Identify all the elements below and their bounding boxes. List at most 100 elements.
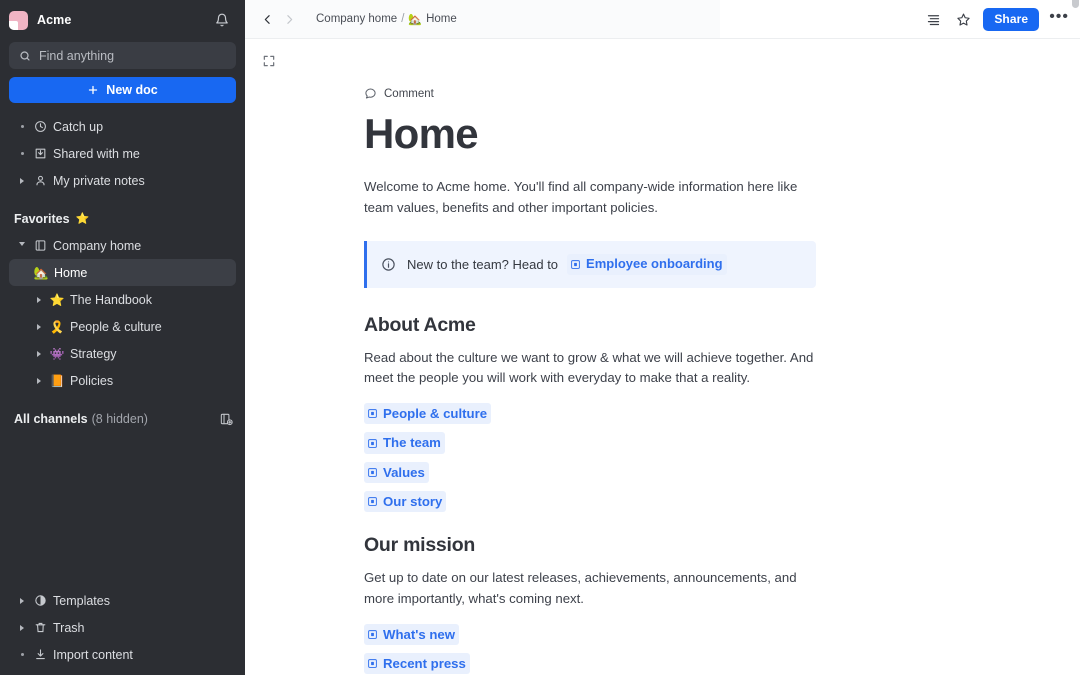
section-about-acme: About Acme Read about the culture we wan…	[364, 314, 816, 512]
doc-link-label: What's new	[383, 625, 455, 644]
add-channel-icon[interactable]	[219, 412, 233, 426]
sidebar-item-label: Shared with me	[53, 147, 140, 161]
search-icon	[19, 50, 31, 62]
sidebar-item-people-and-culture[interactable]: 🎗️ People & culture	[9, 313, 236, 340]
doc-link-label: Employee onboarding	[586, 255, 723, 274]
favorites-header: Favorites ⭐	[0, 206, 245, 232]
doc-page-icon	[367, 408, 378, 419]
sidebar-item-company-home[interactable]: Company home	[9, 232, 236, 259]
sidebar-spacer	[0, 434, 245, 587]
workspace-name: Acme	[37, 13, 71, 27]
expand-caret-icon[interactable]	[31, 319, 47, 335]
chevron-left-icon[interactable]	[257, 8, 277, 30]
doc-link-row: Our story	[364, 491, 816, 512]
doc-link-label: The team	[383, 433, 441, 452]
scrollbar-thumb[interactable]	[1072, 0, 1079, 8]
expand-caret-icon[interactable]	[14, 593, 30, 609]
document-body: Comment Home Welcome to Acme home. You'l…	[364, 39, 816, 675]
breadcrumb-parent[interactable]: Company home	[316, 13, 397, 25]
inbox-download-icon	[30, 147, 50, 160]
sidebar-item-catch-up[interactable]: Catch up	[9, 113, 236, 140]
doc-link-label: Recent press	[383, 654, 466, 673]
section-body: Get up to date on our latest releases, a…	[364, 568, 816, 610]
callout-text: New to the team? Head to	[407, 257, 558, 272]
sidebar-item-label: Home	[54, 266, 87, 280]
templates-icon	[30, 594, 50, 607]
expand-caret-icon[interactable]	[31, 346, 47, 362]
section-heading: About Acme	[364, 314, 816, 337]
collapse-caret-icon[interactable]	[14, 238, 30, 254]
info-icon	[381, 257, 396, 272]
clock-icon	[30, 120, 50, 133]
doc-link-list: What's new Recent press	[364, 624, 816, 675]
sidebar-item-label: People & culture	[70, 320, 162, 334]
trash-icon	[30, 621, 50, 634]
sidebar-item-my-private-notes[interactable]: My private notes	[9, 167, 236, 194]
sidebar-item-templates[interactable]: Templates	[9, 587, 236, 614]
sidebar-item-strategy[interactable]: 👾 Strategy	[9, 340, 236, 367]
doc-link-people-and-culture[interactable]: People & culture	[364, 403, 491, 424]
sidebar-item-home[interactable]: 🏡 Home	[9, 259, 236, 286]
all-channels-row[interactable]: All channels (8 hidden)	[0, 404, 245, 434]
sidebar-item-the-handbook[interactable]: ⭐ The Handbook	[9, 286, 236, 313]
breadcrumb: Company home / 🏡 Home	[316, 13, 457, 26]
sidebar: Acme Find anything	[0, 0, 245, 675]
sidebar-item-import-content[interactable]: Import content	[9, 641, 236, 668]
sidebar-item-trash[interactable]: Trash	[9, 614, 236, 641]
ribbon-emoji-icon: 🎗️	[47, 321, 67, 333]
intro-paragraph: Welcome to Acme home. You'll find all co…	[364, 177, 816, 219]
outline-icon[interactable]	[923, 8, 943, 30]
new-doc-button[interactable]: New doc	[9, 77, 236, 103]
doc-link-employee-onboarding[interactable]: Employee onboarding	[567, 254, 727, 275]
star-outline-icon[interactable]	[953, 8, 973, 30]
new-doc-label: New doc	[106, 83, 157, 97]
doc-page-icon	[570, 259, 581, 270]
share-button[interactable]: Share	[983, 8, 1039, 31]
doc-link-label: Values	[383, 463, 425, 482]
bell-icon[interactable]	[211, 9, 233, 31]
doc-link-our-story[interactable]: Our story	[364, 491, 446, 512]
expand-caret-icon[interactable]	[31, 373, 47, 389]
expand-icon[interactable]	[259, 51, 279, 71]
section-our-mission: Our mission Get up to date on our latest…	[364, 534, 816, 675]
sidebar-item-shared-with-me[interactable]: Shared with me	[9, 140, 236, 167]
sidebar-item-label: Company home	[53, 239, 141, 253]
section-heading: Our mission	[364, 534, 816, 557]
doc-link-values[interactable]: Values	[364, 462, 429, 483]
expand-caret-icon[interactable]	[14, 620, 30, 636]
favorites-label: Favorites	[14, 212, 70, 226]
history-nav	[257, 8, 299, 30]
sidebar-item-policies[interactable]: 📙 Policies	[9, 367, 236, 394]
sidebar-favorites-tree: Company home 🏡 Home ⭐ The Handbook 🎗️ Pe…	[0, 232, 245, 394]
sidebar-item-label: Strategy	[70, 347, 117, 361]
sidebar-item-label: Catch up	[53, 120, 103, 134]
doc-page-icon	[367, 438, 378, 449]
all-channels-label: All channels	[14, 412, 88, 426]
book-icon	[30, 239, 50, 252]
sidebar-item-label: Policies	[70, 374, 113, 388]
house-emoji-icon: 🏡	[408, 13, 422, 26]
expand-caret-icon[interactable]	[31, 292, 47, 308]
bullet-marker	[14, 146, 30, 162]
star-icon: ⭐	[76, 214, 90, 225]
sidebar-item-label: Import content	[53, 648, 133, 662]
star-emoji-icon: ⭐	[47, 294, 67, 306]
doc-page-icon	[367, 629, 378, 640]
more-options-icon[interactable]: •••	[1049, 9, 1069, 30]
doc-link-row: Recent press	[364, 653, 816, 674]
workspace-switcher[interactable]: Acme	[9, 11, 211, 30]
doc-link-recent-press[interactable]: Recent press	[364, 653, 470, 674]
doc-link-the-team[interactable]: The team	[364, 432, 445, 453]
breadcrumb-current[interactable]: Home	[426, 13, 457, 25]
main-content: Company home / 🏡 Home Share	[245, 0, 1080, 675]
search-input[interactable]: Find anything	[9, 42, 236, 69]
book-emoji-icon: 📙	[47, 375, 67, 387]
sidebar-item-label: The Handbook	[70, 293, 152, 307]
callout-content: New to the team? Head to Employee onboar…	[407, 254, 727, 275]
doc-link-row: What's new	[364, 624, 816, 645]
expand-caret-icon[interactable]	[14, 173, 30, 189]
doc-link-whats-new[interactable]: What's new	[364, 624, 459, 645]
comment-button[interactable]: Comment	[364, 87, 816, 100]
doc-page-icon	[367, 467, 378, 478]
sidebar-item-label: My private notes	[53, 174, 145, 188]
